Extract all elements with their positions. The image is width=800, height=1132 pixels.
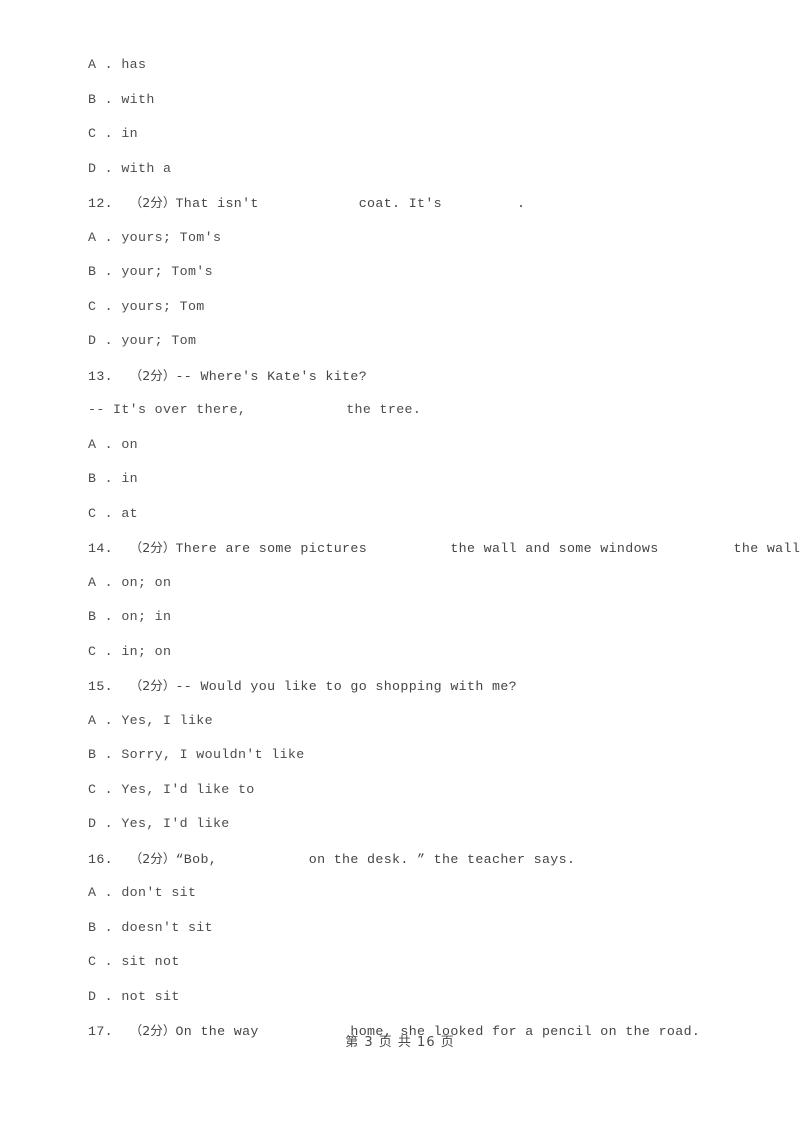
page-footer: 第 3 页 共 16 页 xyxy=(345,1035,455,1050)
question-stem: 12. （2分）That isn't coat. It's . xyxy=(88,186,788,221)
option-text: yours; Tom's xyxy=(121,229,222,245)
answer-option: A . on; on xyxy=(88,566,788,601)
option-label: B . xyxy=(88,91,113,107)
question-text: -- Where's Kate's kite? xyxy=(175,368,368,384)
answer-option: A . has xyxy=(88,48,788,83)
question-text: That isn't coat. It's . xyxy=(175,196,526,211)
option-text: on; in xyxy=(121,609,172,624)
option-text: in xyxy=(121,471,139,486)
question-continuation: -- It's over there, the tree. xyxy=(88,393,788,428)
question-text: -- Would you like to go shopping with me… xyxy=(175,679,517,694)
answer-option: B . Sorry, I wouldn't like xyxy=(88,738,788,773)
option-text: your; Tom xyxy=(121,333,197,348)
question-number: 15. xyxy=(88,679,113,694)
answer-option: B . your; Tom's xyxy=(88,255,788,290)
answer-option: B . doesn't sit xyxy=(88,911,788,946)
question-score: （2分） xyxy=(129,367,176,383)
question-list: A . has B . with C . in D . with a 12. （2分）T… xyxy=(88,48,800,1049)
question-text: There are some pictures the wall and som… xyxy=(175,541,800,556)
option-text: on; on xyxy=(121,574,172,590)
option-text: sit not xyxy=(121,954,180,969)
option-label: D . xyxy=(88,160,113,176)
option-label: D . xyxy=(88,816,113,831)
answer-option: B . with xyxy=(88,83,788,118)
answer-option: A . don't sit xyxy=(88,876,788,911)
option-label: C . xyxy=(88,781,113,797)
option-label: B . xyxy=(88,471,113,486)
option-text: in xyxy=(121,126,139,141)
option-text: Yes, I'd like to xyxy=(121,781,255,797)
option-label: A . xyxy=(88,574,113,590)
option-label: C . xyxy=(88,505,113,521)
answer-option: B . in xyxy=(88,462,788,497)
document-page: A . has B . with C . in D . with a 12. （2分）T… xyxy=(0,0,800,1132)
option-label: A . xyxy=(88,712,113,728)
answer-option: D . with a xyxy=(88,152,788,187)
question-score: （2分） xyxy=(129,678,176,693)
option-text: yours; Tom xyxy=(121,298,205,314)
option-text: in; on xyxy=(121,643,172,659)
option-label: A . xyxy=(88,57,113,72)
option-text: don't sit xyxy=(121,885,197,900)
option-label: A . xyxy=(88,885,113,900)
question-score: （2分） xyxy=(129,195,176,210)
question-number: 12. xyxy=(88,196,113,211)
question-stem: 14. （2分）There are some pictures the wall… xyxy=(88,531,800,566)
answer-option: C . at xyxy=(88,497,788,532)
answer-option: D . not sit xyxy=(88,980,788,1015)
option-text: with a xyxy=(121,160,172,176)
question-text: “Bob, on the desk. ” the teacher says. xyxy=(175,851,576,867)
option-label: A . xyxy=(88,229,113,245)
option-text: not sit xyxy=(121,988,180,1004)
option-label: B . xyxy=(88,264,113,279)
answer-option: C . sit not xyxy=(88,945,788,980)
question-stem: 16. （2分）“Bob, on the desk. ” the teacher… xyxy=(88,842,788,877)
question-stem: 13. （2分）-- Where's Kate's kite? xyxy=(88,359,788,394)
option-label: A . xyxy=(88,436,113,452)
option-text: doesn't sit xyxy=(121,919,213,935)
answer-option: D . your; Tom xyxy=(88,324,788,359)
answer-option: B . on; in xyxy=(88,600,788,635)
answer-option: C . in xyxy=(88,117,788,152)
option-label: B . xyxy=(88,747,113,762)
option-text: with xyxy=(121,91,155,107)
answer-option: C . in; on xyxy=(88,635,788,670)
option-label: B . xyxy=(88,919,113,935)
answer-option: C . Yes, I'd like to xyxy=(88,773,788,808)
option-text: Yes, I'd like xyxy=(121,816,230,831)
option-label: D . xyxy=(88,988,113,1004)
answer-option: A . on xyxy=(88,428,788,463)
option-text: has xyxy=(121,57,147,72)
answer-option: A . yours; Tom's xyxy=(88,221,788,256)
question-score: （2分） xyxy=(129,540,176,555)
option-text: Sorry, I wouldn't like xyxy=(121,747,305,762)
question-number: 14. xyxy=(88,541,113,556)
option-label: C . xyxy=(88,126,113,141)
question-stem: 15. （2分）-- Would you like to go shopping… xyxy=(88,669,788,704)
option-label: C . xyxy=(88,298,113,314)
question-score: （2分） xyxy=(129,850,176,866)
answer-option: A . Yes, I like xyxy=(88,704,788,739)
answer-option: D . Yes, I'd like xyxy=(88,807,788,842)
continuation-text: -- It's over there, the tree. xyxy=(88,402,422,417)
option-text: on xyxy=(121,436,139,452)
option-label: B . xyxy=(88,609,113,624)
option-text: at xyxy=(121,505,139,521)
option-label: C . xyxy=(88,643,113,659)
option-label: C . xyxy=(88,954,113,969)
option-text: Yes, I like xyxy=(121,712,213,728)
question-number: 16. xyxy=(88,851,113,867)
answer-option: C . yours; Tom xyxy=(88,290,788,325)
question-number: 13. xyxy=(88,368,113,384)
option-text: your; Tom's xyxy=(121,264,213,279)
option-label: D . xyxy=(88,333,113,348)
